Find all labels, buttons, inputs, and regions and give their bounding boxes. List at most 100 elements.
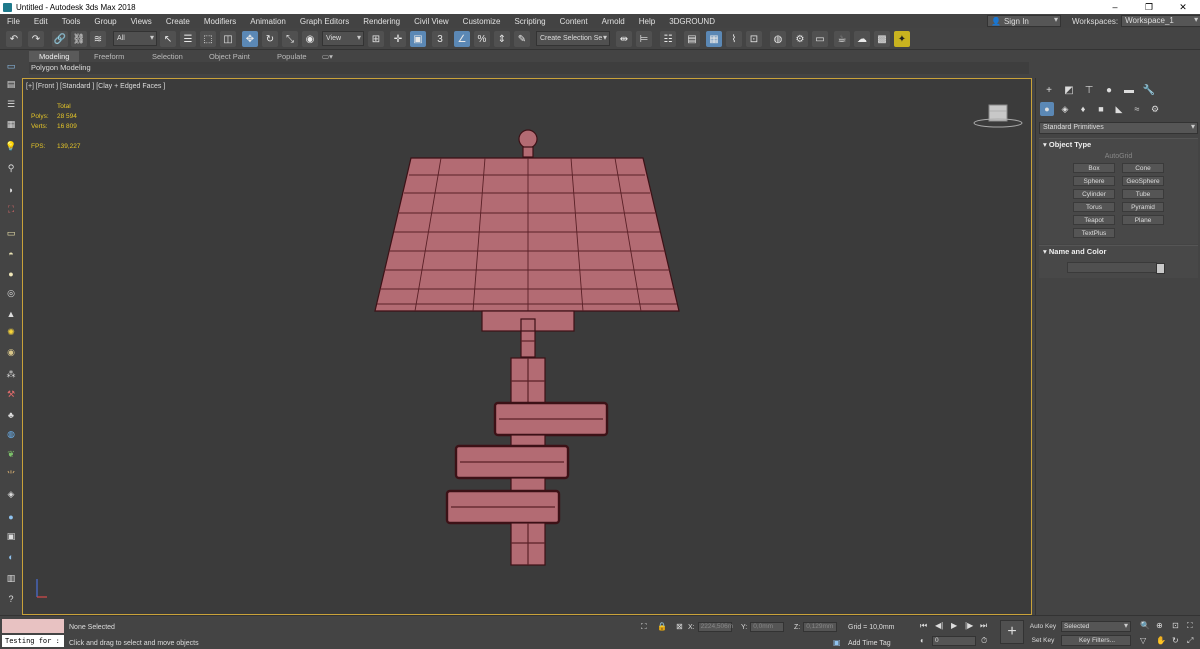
time-configuration-icon[interactable]: ⏱	[981, 636, 987, 646]
select-and-rotate-icon[interactable]: ↻	[262, 31, 278, 47]
help-icon[interactable]: ?	[4, 592, 18, 605]
spinner-snap-icon[interactable]: ⇕	[494, 31, 510, 47]
geosphere-button[interactable]: GeoSphere	[1122, 176, 1164, 186]
link-icon[interactable]: 🔗	[52, 31, 68, 47]
set-key-button[interactable]: Set Key	[1029, 635, 1057, 646]
undo-icon[interactable]: ↶	[6, 31, 22, 47]
maximize-button[interactable]: ❐	[1132, 2, 1166, 13]
geometry-icon[interactable]: ●	[1040, 102, 1054, 116]
object-type-header[interactable]: ▾ Object Type	[1039, 139, 1198, 151]
hair-icon[interactable]: ⺌	[4, 468, 18, 481]
auto-key-button[interactable]: Auto Key	[1029, 621, 1057, 632]
key-filters-button[interactable]: Key Filters...	[1061, 635, 1131, 646]
render-shortcuts-icon[interactable]: ▩	[874, 31, 890, 47]
tab-freeform[interactable]: Freeform	[84, 51, 134, 62]
utilities-tab-icon[interactable]: 🔧	[1141, 82, 1157, 98]
dome-icon[interactable]: ◓	[4, 247, 18, 260]
render-production-icon[interactable]: ☕	[834, 31, 850, 47]
hierarchy-tab-icon[interactable]: ⊤	[1081, 82, 1097, 98]
scene-explorer-icon[interactable]: ▤	[4, 78, 18, 91]
autogrid-checkbox[interactable]: AutoGrid	[1039, 153, 1198, 160]
go-to-start-icon[interactable]: ⏮	[920, 621, 927, 631]
mirror-icon[interactable]: ⇹	[616, 31, 632, 47]
curve-editor-icon[interactable]: ⌇	[726, 31, 742, 47]
lamp-model[interactable]	[23, 79, 1031, 614]
select-manipulate-icon[interactable]: ✛	[390, 31, 406, 47]
globe-icon[interactable]: ◍	[4, 428, 18, 441]
unlink-icon[interactable]: ⛓	[71, 31, 87, 47]
z-field[interactable]: 0,129mm	[803, 622, 838, 632]
select-by-name-icon[interactable]: ☰	[180, 31, 196, 47]
lights-icon[interactable]: ♦	[1076, 102, 1090, 116]
menu-content[interactable]: Content	[553, 17, 595, 26]
field-of-view-icon[interactable]: ▽	[1140, 636, 1146, 645]
menu-group[interactable]: Group	[87, 17, 123, 26]
name-and-color-header[interactable]: ▾ Name and Color	[1039, 246, 1198, 258]
render-setup-icon[interactable]: ⚙	[792, 31, 808, 47]
zoom-extents-all-icon[interactable]: ⛶	[1187, 621, 1193, 631]
polygon-modeling-panel[interactable]: Polygon Modeling	[29, 62, 1029, 74]
menu-create[interactable]: Create	[159, 17, 197, 26]
bind-space-warp-icon[interactable]: ≋	[90, 31, 106, 47]
menu-arnold[interactable]: Arnold	[595, 17, 632, 26]
torus-button[interactable]: Torus	[1073, 202, 1115, 212]
maximize-viewport-icon[interactable]: ⤢	[1187, 636, 1193, 646]
box-button[interactable]: Box	[1073, 163, 1115, 173]
key-mode-icon[interactable]: ◐	[920, 636, 925, 645]
go-to-end-icon[interactable]: ⏭	[980, 621, 987, 631]
minimize-button[interactable]: –	[1098, 2, 1132, 13]
frame-field[interactable]: 0	[932, 636, 976, 646]
menu-customize[interactable]: Customize	[456, 17, 508, 26]
next-frame-icon[interactable]: |▶	[965, 621, 973, 630]
zoom-icon[interactable]: 🔍	[1140, 621, 1150, 630]
sign-in-dropdown[interactable]: 👤 Sign In	[987, 15, 1061, 27]
object-icon[interactable]: ◉	[4, 346, 18, 359]
layer-icon[interactable]: ▦	[4, 118, 18, 131]
helper-icon[interactable]: ⚲	[4, 162, 18, 175]
menu-edit[interactable]: Edit	[27, 17, 55, 26]
maxscript-listener-input[interactable]	[2, 619, 64, 633]
edit-named-selection-icon[interactable]: ✎	[514, 31, 530, 47]
particle-icon[interactable]: ⁂	[4, 368, 18, 381]
plant-icon[interactable]: ❦	[4, 448, 18, 461]
selection-filter-select[interactable]: All	[113, 31, 157, 46]
sun-icon[interactable]: ✺	[4, 326, 18, 339]
menu-3dground[interactable]: 3DGROUND	[662, 17, 722, 26]
workspace-select[interactable]: Workspace_1	[1121, 15, 1200, 27]
cameras-icon[interactable]: ■	[1094, 102, 1108, 116]
snaps-toggle-icon[interactable]: 3	[432, 31, 448, 47]
play-icon[interactable]: ▶	[951, 621, 957, 630]
select-object-icon[interactable]: ↖	[160, 31, 176, 47]
grid-sphere-icon[interactable]: ◎	[4, 287, 18, 300]
menu-modifiers[interactable]: Modifiers	[197, 17, 243, 26]
zoom-all-icon[interactable]: ⊕	[1156, 621, 1163, 630]
close-button[interactable]: ✕	[1166, 2, 1200, 13]
ribbon-options-icon[interactable]: ▭▾	[318, 51, 337, 62]
sphere-icon[interactable]: ●	[4, 267, 18, 280]
teapot-button[interactable]: Teapot	[1073, 215, 1115, 225]
absolute-mode-icon[interactable]: ⊠	[676, 622, 683, 631]
extension-icon[interactable]: ✦	[894, 31, 910, 47]
textplus-button[interactable]: TextPlus	[1073, 228, 1115, 238]
selection-lock-icon[interactable]: 🔒	[657, 622, 667, 631]
menu-rendering[interactable]: Rendering	[356, 17, 407, 26]
cylinder-button[interactable]: Cylinder	[1073, 189, 1115, 199]
time-tag-icon[interactable]: ▣	[833, 638, 841, 647]
isolate-selection-icon[interactable]: ⛶	[641, 622, 647, 632]
light-icon[interactable]: 💡	[4, 140, 18, 153]
list-icon[interactable]: ☰	[4, 98, 18, 111]
cone-button[interactable]: Cone	[1122, 163, 1164, 173]
redo-icon[interactable]: ↷	[28, 31, 44, 47]
toggle-scene-explorer-icon[interactable]: ☷	[660, 31, 676, 47]
maxscript-output[interactable]: Testing for :	[2, 635, 64, 647]
dynamics-icon[interactable]: ⚒	[4, 388, 18, 401]
display-tab-icon[interactable]: ▬	[1121, 82, 1137, 98]
menu-file[interactable]: File	[0, 17, 27, 26]
percent-snap-icon[interactable]: %	[474, 31, 490, 47]
render-icon[interactable]: ▣	[4, 530, 18, 543]
helpers-icon[interactable]: ◣	[1112, 102, 1126, 116]
cone-icon[interactable]: ▲	[4, 307, 18, 320]
menu-graph-editors[interactable]: Graph Editors	[293, 17, 356, 26]
menu-animation[interactable]: Animation	[243, 17, 293, 26]
pyramid-button[interactable]: Pyramid	[1122, 202, 1164, 212]
